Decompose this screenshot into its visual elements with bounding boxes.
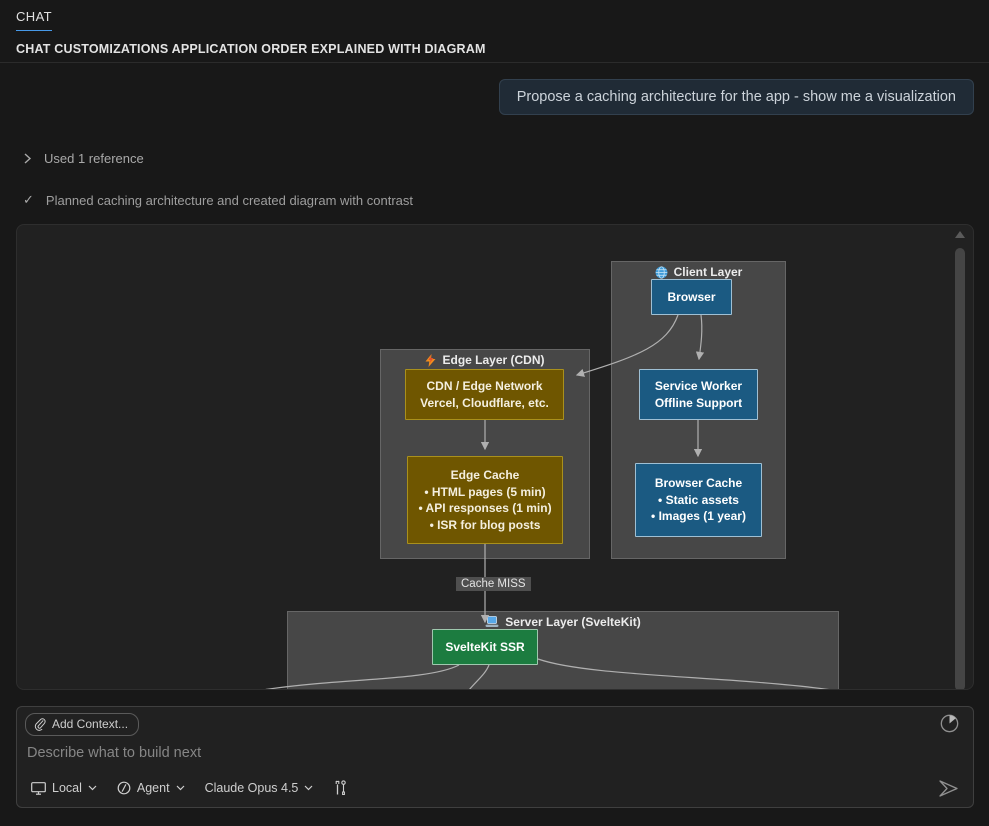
send-button[interactable] (938, 779, 959, 798)
mode-picker[interactable]: Agent (117, 781, 185, 795)
node-edge-cache[interactable]: Edge Cache • HTML pages (5 min) • API re… (407, 456, 563, 544)
user-message-bubble[interactable]: Propose a caching architecture for the a… (499, 79, 974, 115)
add-context-label: Add Context... (52, 717, 128, 731)
node-bcache-line2: • Static assets (658, 492, 739, 509)
references-label: Used 1 reference (44, 151, 144, 166)
node-edge-cache-line1: Edge Cache (451, 467, 520, 484)
monitor-icon (31, 782, 46, 795)
composer-toolbar: Local Agent Claude Opus 4.5 (31, 780, 347, 796)
send-icon (938, 779, 959, 798)
node-browser-cache[interactable]: Browser Cache • Static assets • Images (… (635, 463, 762, 537)
node-ssr-label: SvelteKit SSR (445, 639, 524, 656)
scrollbar-up-arrow[interactable] (955, 231, 965, 238)
edge-label-cache-miss: Cache MISS (456, 577, 531, 591)
mode-label: Agent (137, 781, 170, 795)
chat-input[interactable] (27, 745, 927, 773)
scrollbar-thumb[interactable] (955, 248, 965, 690)
node-sw-line1: Service Worker (655, 378, 742, 395)
node-cdn[interactable]: CDN / Edge Network Vercel, Cloudflare, e… (405, 369, 564, 420)
status-row: ✓ Planned caching architecture and creat… (23, 192, 413, 208)
quota-pie-indicator[interactable] (940, 714, 959, 733)
tools-button[interactable] (333, 780, 347, 796)
model-picker[interactable]: Claude Opus 4.5 (205, 781, 314, 795)
node-sw-line2: Offline Support (655, 395, 742, 412)
environment-label: Local (52, 781, 82, 795)
node-edge-cache-line2: • HTML pages (5 min) (424, 484, 545, 501)
agent-icon (117, 781, 131, 795)
chevron-right-icon (23, 153, 32, 164)
architecture-diagram[interactable]: Client Layer Edge Layer (CDN) Server Lay… (16, 224, 974, 690)
chevron-down-icon (88, 785, 97, 791)
node-browser[interactable]: Browser (651, 279, 732, 315)
node-bcache-line3: • Images (1 year) (651, 508, 746, 525)
check-icon: ✓ (23, 192, 34, 208)
tab-chat[interactable]: CHAT (16, 9, 52, 31)
model-label: Claude Opus 4.5 (205, 781, 299, 795)
session-title: CHAT CUSTOMIZATIONS APPLICATION ORDER EX… (16, 42, 486, 56)
chat-panel: CHAT CHAT CUSTOMIZATIONS APPLICATION ORD… (0, 0, 989, 826)
node-bcache-line1: Browser Cache (655, 475, 742, 492)
node-edge-cache-line3: • API responses (1 min) (418, 500, 551, 517)
node-service-worker[interactable]: Service Worker Offline Support (639, 369, 758, 420)
node-browser-label: Browser (667, 289, 715, 306)
node-sveltekit-ssr[interactable]: SvelteKit SSR (432, 629, 538, 665)
panel-header: CHAT CHAT CUSTOMIZATIONS APPLICATION ORD… (0, 0, 989, 63)
chevron-down-icon (176, 785, 185, 791)
references-toggle[interactable]: Used 1 reference (23, 151, 144, 166)
node-cdn-line2: Vercel, Cloudflare, etc. (420, 395, 549, 412)
status-label: Planned caching architecture and created… (46, 193, 413, 208)
add-context-button[interactable]: Add Context... (25, 713, 139, 736)
node-cdn-line1: CDN / Edge Network (426, 378, 542, 395)
node-edge-cache-line4: • ISR for blog posts (430, 517, 541, 534)
paperclip-icon (34, 718, 46, 731)
tools-icon (333, 780, 347, 796)
environment-picker[interactable]: Local (31, 781, 97, 795)
chat-composer: Add Context... Local (16, 706, 974, 808)
chevron-down-icon (304, 785, 313, 791)
